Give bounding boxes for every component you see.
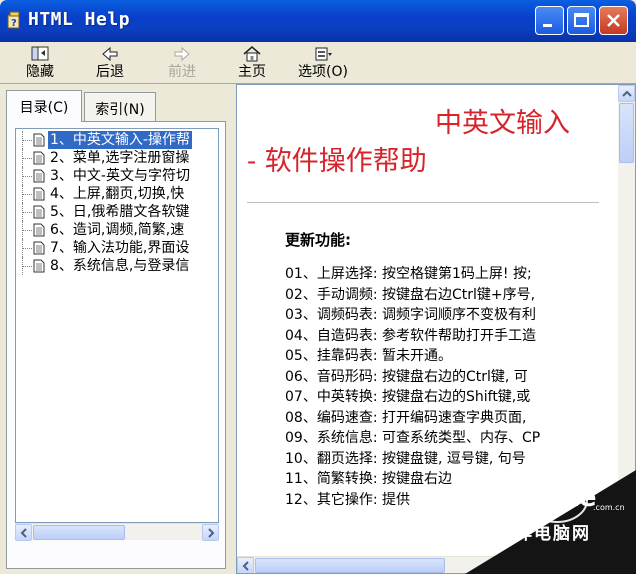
hide-label: 隐藏: [26, 64, 54, 80]
back-label: 后退: [96, 64, 124, 80]
tree-connector: [22, 158, 32, 159]
close-button[interactable]: [599, 6, 628, 35]
help-app-icon: ?: [7, 11, 20, 29]
chevron-right-icon: [208, 528, 215, 538]
help-page-icon: [33, 259, 45, 273]
content-subheading: 更新功能:: [285, 231, 351, 249]
divider: [247, 202, 599, 203]
content-line: 09、系统信息: 可查系统类型、内存、CP: [285, 430, 541, 446]
tab-index-label: 索引(N): [95, 102, 145, 118]
tree-connector: [22, 230, 32, 231]
back-button[interactable]: 后退: [90, 42, 130, 84]
content-line: 06、音码形码: 按键盘右边的Ctrl键, 可: [285, 368, 528, 385]
toc-item-label: 1、中英文输入-操作帮: [48, 131, 192, 149]
toc-item-label: 8、系统信息,与登录信: [50, 258, 190, 274]
content-title-line1: 中英文输入: [435, 108, 570, 139]
content-line: 03、调频码表: 调频字词顺序不变极有利: [285, 307, 536, 323]
forward-button[interactable]: 前进: [162, 42, 202, 84]
hide-button[interactable]: 隐藏: [20, 42, 60, 84]
scroll-right-button[interactable]: [202, 524, 219, 541]
home-button[interactable]: 主页: [232, 42, 272, 84]
toc-item-label: 2、菜单,选字注册窗操: [50, 150, 190, 166]
toc-item-label: 3、中文-英文与字符切: [50, 168, 190, 184]
scroll-thumb[interactable]: [619, 103, 634, 163]
home-icon: [243, 46, 261, 62]
content-line: 02、手动调频: 按键盘右边Ctrl键+序号,: [285, 286, 536, 303]
forward-arrow-icon: [174, 46, 190, 62]
tree-connector: [22, 212, 32, 213]
content-line: 04、自造码表: 参考软件帮助打开手工造: [285, 327, 536, 344]
navigation-pane: 目录(C) 索引(N) 1、中英文输入-操作帮 2、菜单,选字注册窗操 3、中文-英…: [0, 84, 232, 574]
tree-connector: [22, 248, 32, 249]
help-page-icon: [33, 205, 45, 219]
chevron-up-icon: [622, 90, 632, 97]
window-title: HTML Help: [28, 9, 131, 30]
tree-connector: [22, 176, 32, 177]
scroll-left-button[interactable]: [237, 557, 254, 573]
tree-connector: [22, 194, 32, 195]
tab-contents-label: 目录(C): [19, 100, 69, 116]
svg-text:?: ?: [11, 18, 17, 29]
scroll-up-button[interactable]: [618, 85, 635, 102]
content-line: 12、其它操作: 提供: [285, 491, 410, 508]
help-page-icon: [33, 241, 45, 255]
hide-pane-icon: [31, 46, 49, 61]
toc-horizontal-scrollbar[interactable]: [15, 523, 219, 541]
tab-index[interactable]: 索引(N): [84, 92, 156, 122]
content-line: 08、编码速查: 打开编码速查字典页面,: [285, 409, 527, 426]
toc-item-label: 7、输入法功能,界面设: [50, 240, 190, 256]
maximize-button[interactable]: [567, 6, 596, 35]
home-label: 主页: [238, 64, 266, 80]
tab-contents[interactable]: 目录(C): [6, 90, 82, 122]
title-bar[interactable]: ? HTML Help: [0, 0, 636, 42]
content-line: 05、挂靠码表: 暂未开通。: [285, 348, 452, 364]
toc-tree[interactable]: 1、中英文输入-操作帮 2、菜单,选字注册窗操 3、中文-英文与字符切 4、上屏,翻页…: [15, 128, 219, 523]
content-line: 07、中英转换: 按键盘右边的Shift键,或: [285, 389, 531, 405]
watermark-logo: PConline: [475, 483, 596, 513]
minimize-button[interactable]: [535, 6, 564, 35]
scroll-left-button[interactable]: [15, 524, 32, 541]
pconline-watermark: PConline .com.cn 太平洋电脑网: [445, 455, 636, 574]
help-page-icon: [33, 187, 45, 201]
scroll-thumb[interactable]: [33, 525, 125, 540]
contents-panel: 1、中英文输入-操作帮 2、菜单,选字注册窗操 3、中文-英文与字符切 4、上屏,翻页…: [6, 121, 226, 569]
toc-item-label: 4、上屏,翻页,切换,快: [50, 186, 185, 202]
watermark-cn-text: 太平洋电脑网: [477, 524, 591, 544]
chevron-left-icon: [20, 528, 27, 538]
minimize-icon: [543, 24, 552, 27]
maximize-icon: [574, 13, 589, 27]
forward-label: 前进: [168, 64, 196, 80]
help-page-icon: [33, 133, 45, 147]
tree-connector: [22, 266, 32, 267]
content-line: 11、简繁转换: 按键盘右边: [285, 471, 452, 487]
help-page-icon: [33, 169, 45, 183]
help-page-icon: [33, 151, 45, 165]
options-label: 选项(O): [298, 64, 348, 80]
chevron-left-icon: [242, 561, 249, 571]
options-button[interactable]: 选项(O): [292, 42, 354, 84]
content-title-line2: - 软件操作帮助: [247, 146, 427, 177]
help-page-icon: [33, 223, 45, 237]
back-arrow-icon: [102, 46, 118, 62]
close-icon: [607, 14, 620, 27]
toolbar: 隐藏 后退 前进 主页 选项(O): [0, 42, 636, 84]
watermark-domain: .com.cn: [593, 503, 625, 512]
scroll-thumb[interactable]: [255, 558, 445, 573]
toc-item-label: 5、日,俄希腊文各软键: [50, 204, 190, 220]
content-line: 01、上屏选择: 按空格键第1码上屏! 按;: [285, 266, 532, 282]
watermark-badge-icon: [465, 470, 636, 574]
tree-connector: [22, 140, 32, 141]
toc-item-label: 6、造词,调频,简繁,速: [50, 222, 185, 238]
options-icon: [315, 47, 332, 61]
